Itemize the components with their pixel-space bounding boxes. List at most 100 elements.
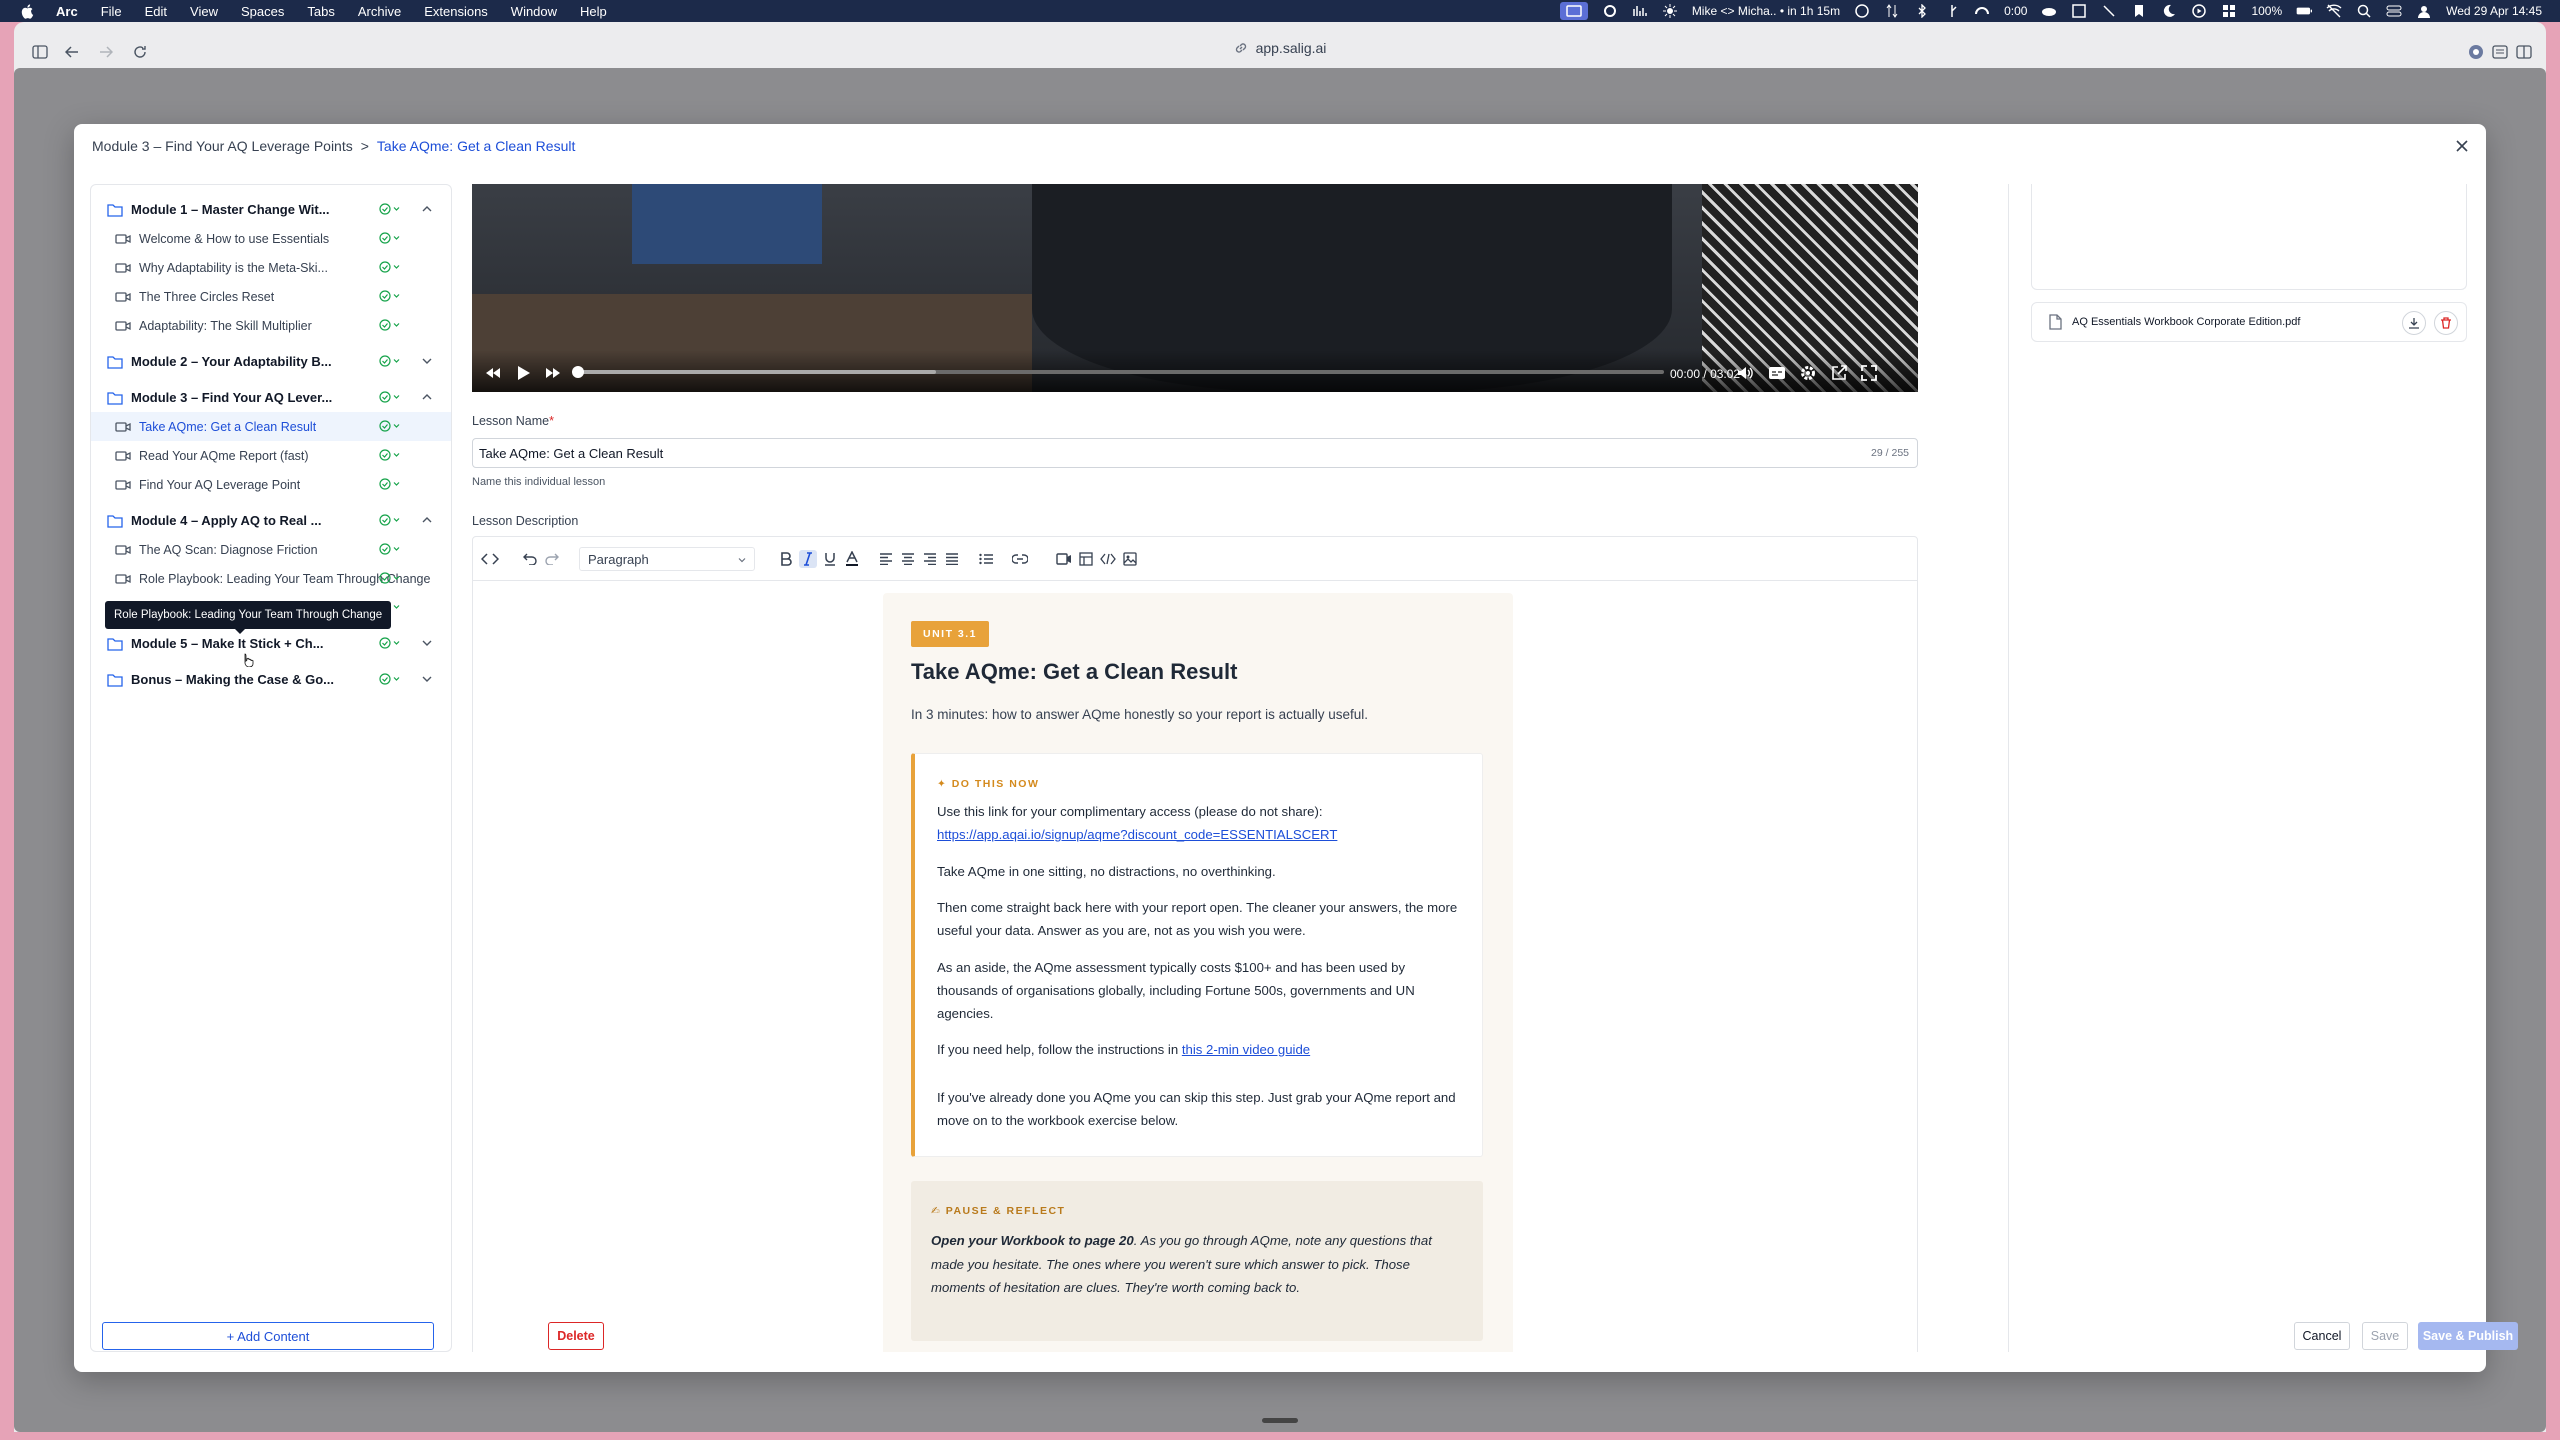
trash-icon[interactable] — [2434, 311, 2458, 335]
outline-module-row[interactable]: Module 2 – Your Adaptability B... — [91, 347, 451, 376]
stats-icon[interactable] — [1632, 4, 1648, 18]
align-left-icon[interactable] — [877, 550, 895, 568]
breadcrumb-parent[interactable]: Module 3 – Find Your AQ Leverage Points — [92, 138, 353, 154]
published-check-icon[interactable] — [379, 261, 401, 273]
search-g-icon[interactable] — [1602, 4, 1618, 18]
delete-button[interactable]: Delete — [548, 1322, 604, 1350]
grid-icon[interactable] — [2221, 4, 2237, 18]
slash-icon[interactable] — [2101, 4, 2117, 18]
control-center-icon[interactable] — [2386, 4, 2402, 18]
outline-lesson-row[interactable]: Read Your AQme Report (fast) — [91, 441, 451, 470]
headphones-icon[interactable] — [1974, 4, 1990, 18]
captions-icon[interactable] — [1768, 364, 1786, 382]
bluetooth-icon[interactable] — [1914, 4, 1930, 18]
notion-icon[interactable] — [2071, 4, 2087, 18]
outline-module-row[interactable]: Module 1 – Master Change Wit... — [91, 195, 451, 224]
bookmark-icon[interactable] — [2131, 4, 2147, 18]
settings-gear-icon[interactable] — [1799, 364, 1817, 382]
editor-content[interactable]: UNIT 3.1 Take AQme: Get a Clean Result I… — [883, 593, 1513, 1352]
reader-icon[interactable] — [2490, 42, 2510, 62]
chevron-up-icon[interactable] — [421, 203, 433, 215]
cloud-icon[interactable] — [2041, 4, 2057, 18]
calendar-event[interactable]: Mike <> Micha.. • in 1h 15m — [1692, 4, 1840, 18]
menu-file[interactable]: File — [101, 4, 122, 19]
split-view-icon[interactable] — [2514, 42, 2534, 62]
outline-lesson-row[interactable]: The AQ Scan: Diagnose Friction — [91, 535, 451, 564]
sync-icon[interactable] — [1884, 4, 1900, 18]
table-icon[interactable] — [1077, 550, 1095, 568]
git-icon[interactable] — [1944, 4, 1960, 18]
popout-icon[interactable] — [1830, 364, 1848, 382]
play-icon[interactable] — [514, 364, 532, 382]
published-check-icon[interactable] — [379, 391, 401, 403]
chevron-down-icon[interactable] — [421, 355, 433, 367]
code-block-icon[interactable] — [1099, 550, 1117, 568]
source-code-icon[interactable] — [481, 550, 499, 568]
outline-module-row[interactable]: Module 3 – Find Your AQ Lever... — [91, 383, 451, 412]
clock[interactable]: Wed 29 Apr 14:45 — [2446, 4, 2542, 18]
upload-area[interactable] — [2031, 184, 2467, 290]
published-check-icon[interactable] — [379, 319, 401, 331]
bold-icon[interactable] — [777, 550, 795, 568]
align-justify-icon[interactable] — [943, 550, 961, 568]
published-check-icon[interactable] — [379, 290, 401, 302]
menu-tabs[interactable]: Tabs — [307, 4, 334, 19]
italic-icon[interactable] — [799, 550, 817, 568]
outline-lesson-row[interactable]: Role Playbook: Leading Your Team Through… — [91, 564, 451, 593]
published-check-icon[interactable] — [379, 514, 401, 526]
save-and-publish-button[interactable]: Save & Publish — [2418, 1322, 2518, 1350]
published-check-icon[interactable] — [379, 232, 401, 244]
published-check-icon[interactable] — [379, 543, 401, 555]
battery-icon[interactable] — [2296, 4, 2313, 18]
play-circle-icon[interactable] — [2191, 4, 2207, 18]
wifi-off-icon[interactable] — [2326, 4, 2342, 18]
outline-lesson-row[interactable]: Welcome & How to use Essentials — [91, 224, 451, 253]
published-check-icon[interactable] — [379, 420, 401, 432]
published-check-icon[interactable] — [379, 673, 401, 685]
user-icon[interactable] — [2416, 4, 2432, 18]
published-check-icon[interactable] — [379, 449, 401, 461]
video-guide-link[interactable]: this 2-min video guide — [1182, 1042, 1310, 1057]
chevron-down-icon[interactable] — [421, 637, 433, 649]
chevron-down-icon[interactable] — [421, 673, 433, 685]
app-menu-arc[interactable]: Arc — [56, 4, 78, 19]
published-check-icon[interactable] — [379, 637, 401, 649]
outline-module-row[interactable]: Bonus – Making the Case & Go... — [91, 665, 451, 694]
menu-window[interactable]: Window — [511, 4, 557, 19]
sun-icon[interactable] — [1662, 4, 1678, 18]
outline-module-row[interactable]: Module 5 – Make It Stick + Ch... — [91, 629, 451, 658]
lesson-name-input[interactable]: Take AQme: Get a Clean Result 29 / 255 — [472, 438, 1918, 468]
undo-icon[interactable] — [521, 550, 539, 568]
image-insert-icon[interactable] — [1121, 550, 1139, 568]
link-insert-icon[interactable] — [1011, 550, 1029, 568]
text-color-icon[interactable] — [843, 550, 861, 568]
extension-icon[interactable] — [2466, 42, 2486, 62]
menu-spaces[interactable]: Spaces — [241, 4, 284, 19]
chevron-up-icon[interactable] — [421, 514, 433, 526]
menu-help[interactable]: Help — [580, 4, 607, 19]
bullet-list-icon[interactable] — [977, 550, 995, 568]
underline-icon[interactable] — [821, 550, 839, 568]
menu-extensions[interactable]: Extensions — [424, 4, 488, 19]
chevron-up-icon[interactable] — [421, 391, 433, 403]
outline-lesson-row[interactable]: Adaptability: The Skill Multiplier — [91, 311, 451, 340]
fullscreen-icon[interactable] — [1860, 364, 1878, 382]
attachment-filename[interactable]: AQ Essentials Workbook Corporate Edition… — [2072, 316, 2300, 328]
align-right-icon[interactable] — [921, 550, 939, 568]
screen-share-icon[interactable] — [1559, 2, 1588, 20]
outline-lesson-row[interactable]: Find Your AQ Leverage Point — [91, 470, 451, 499]
moon-icon[interactable] — [2161, 4, 2177, 18]
signup-link[interactable]: https://app.aqai.io/signup/aqme?discount… — [937, 827, 1337, 842]
published-check-icon[interactable] — [379, 572, 401, 584]
block-format-select[interactable]: Paragraph — [579, 547, 755, 571]
menu-edit[interactable]: Edit — [145, 4, 167, 19]
align-center-icon[interactable] — [899, 550, 917, 568]
rewind-icon[interactable] — [484, 364, 502, 382]
window-handle[interactable] — [1262, 1418, 1298, 1423]
menu-view[interactable]: View — [190, 4, 218, 19]
outline-lesson-row[interactable]: Why Adaptability is the Meta-Ski... — [91, 253, 451, 282]
outline-lesson-row[interactable]: The Three Circles Reset — [91, 282, 451, 311]
address-bar[interactable]: app.salig.ai — [14, 40, 2546, 58]
media-embed-icon[interactable] — [1055, 550, 1073, 568]
save-button[interactable]: Save — [2362, 1322, 2408, 1350]
